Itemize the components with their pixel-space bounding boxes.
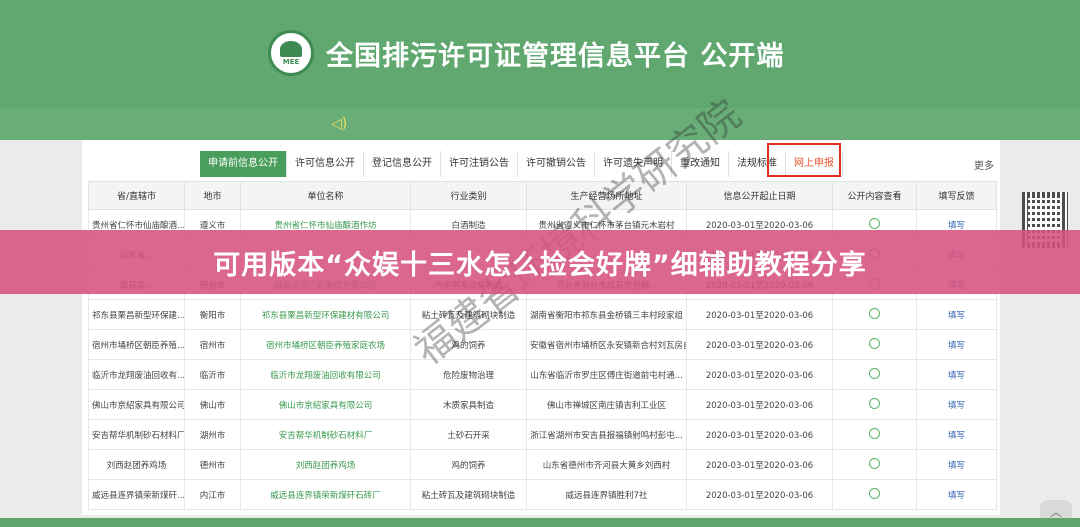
table-cell: 临沂市龙翔废油回收有... bbox=[88, 359, 185, 390]
table-cell: 安徽省宿州市埇桥区永安镇新合村刘瓦房自然村 bbox=[526, 329, 687, 360]
table-cell bbox=[832, 329, 917, 360]
column-header: 地市 bbox=[184, 181, 241, 210]
feedback-link[interactable]: 填写 bbox=[916, 329, 997, 360]
table-header-row: 省/直辖市 地市 单位名称 行业类别 生产经营场所地址 信息公开起止日期 公开内容查看 填写反… bbox=[88, 181, 997, 210]
feedback-link[interactable]: 填写 bbox=[916, 389, 997, 420]
table-cell bbox=[832, 359, 917, 390]
feedback-link[interactable]: 填写 bbox=[916, 449, 997, 480]
table-row: 刘西赵团养鸡场 德州市 刘西赵团养鸡场 鸡的饲养 山东省德州市齐河县大黄乡刘西村 2020… bbox=[88, 449, 997, 480]
speaker-icon[interactable]: ◁) bbox=[331, 116, 347, 132]
table-cell bbox=[832, 479, 917, 510]
tab-2[interactable]: 登记信息公开 bbox=[364, 151, 441, 177]
table-cell: 湖南省衡阳市祁东县金桥镇三丰村段家组 bbox=[526, 299, 687, 330]
eye-icon[interactable] bbox=[869, 367, 880, 379]
column-header: 信息公开起止日期 bbox=[686, 181, 833, 210]
notice-band bbox=[0, 108, 1080, 140]
column-header: 单位名称 bbox=[240, 181, 411, 210]
table-row: 佛山市京紹家具有限公司 佛山市 佛山市京紹家具有限公司 木质家具制造 佛山市禅城区南庄镇… bbox=[88, 389, 997, 420]
table-cell: 衡阳市 bbox=[184, 299, 241, 330]
eye-icon[interactable] bbox=[869, 337, 880, 349]
feedback-link[interactable]: 填写 bbox=[916, 419, 997, 450]
table-row: 临沂市龙翔废油回收有... 临沂市 临沂市龙翔废油回收有限公司 危险废物治理 山东省临沂… bbox=[88, 359, 997, 390]
table-cell: 浙江省湖州市安吉县报福镇射鸣村彭屯... bbox=[526, 419, 687, 450]
table-cell: 临沂市 bbox=[184, 359, 241, 390]
table-cell: 内江市 bbox=[184, 479, 241, 510]
table-cell: 佛山市 bbox=[184, 389, 241, 420]
tab-4[interactable]: 许可撤销公告 bbox=[518, 151, 595, 177]
table-cell[interactable]: 临沂市龙翔废油回收有限公司 bbox=[240, 359, 411, 390]
column-header: 省/直辖市 bbox=[88, 181, 185, 210]
online-declare-highlight bbox=[767, 143, 841, 177]
table-cell: 2020-03-01至2020-03-06 bbox=[686, 299, 833, 330]
table-cell[interactable]: 安吉帮华机制砂石材料厂 bbox=[240, 419, 411, 450]
column-header: 行业类别 bbox=[410, 181, 527, 210]
table-cell: 佛山市禅城区南庄镇吉利工业区 bbox=[526, 389, 687, 420]
eye-icon[interactable] bbox=[869, 397, 880, 409]
table-cell: 土砂石开采 bbox=[410, 419, 527, 450]
table-cell[interactable]: 佛山市京紹家具有限公司 bbox=[240, 389, 411, 420]
tab-0[interactable]: 申请前信息公开 bbox=[200, 151, 287, 177]
table-row: 安吉帮华机制砂石材料厂 湖州市 安吉帮华机制砂石材料厂 土砂石开采 浙江省湖州市安吉县报… bbox=[88, 419, 997, 450]
feedback-link[interactable]: 填写 bbox=[916, 359, 997, 390]
column-header: 填写反馈 bbox=[916, 181, 997, 210]
table-row: 祁东县栗昌新型环保建... 衡阳市 祁东县栗昌新型环保建材有限公司 粘土砖瓦及建筑砌块… bbox=[88, 299, 997, 330]
overlay-banner: 可用版本“众娱十三水怎么捡会好牌”细辅助教程分享 bbox=[0, 230, 1080, 294]
table-cell: 鸡的饲养 bbox=[410, 449, 527, 480]
table-cell: 2020-03-01至2020-03-06 bbox=[686, 449, 833, 480]
table-cell: 2020-03-01至2020-03-06 bbox=[686, 329, 833, 360]
eye-icon[interactable] bbox=[869, 457, 880, 469]
table-cell: 威远县连界镇胜利7社 bbox=[526, 479, 687, 510]
table-cell: 粘土砖瓦及建筑砌块制造 bbox=[410, 479, 527, 510]
eye-icon[interactable] bbox=[869, 427, 880, 439]
table-cell: 佛山市京紹家具有限公司 bbox=[88, 389, 185, 420]
table-cell: 2020-03-01至2020-03-06 bbox=[686, 389, 833, 420]
table-cell bbox=[832, 449, 917, 480]
table-cell bbox=[832, 419, 917, 450]
table-row: 威远县连界镇荣新煤矸... 内江市 威远县连界镇荣新煤矸石砖厂 粘土砖瓦及建筑砌块制造… bbox=[88, 479, 997, 510]
table-cell: 德州市 bbox=[184, 449, 241, 480]
more-link[interactable]: 更多 bbox=[974, 157, 994, 172]
table-cell: 刘西赵团养鸡场 bbox=[88, 449, 185, 480]
eye-icon[interactable] bbox=[869, 487, 880, 499]
table-cell bbox=[832, 389, 917, 420]
column-header: 公开内容查看 bbox=[832, 181, 917, 210]
table-cell[interactable]: 威远县连界镇荣新煤矸石砖厂 bbox=[240, 479, 411, 510]
table-cell: 威远县连界镇荣新煤矸... bbox=[88, 479, 185, 510]
table-cell: 宿州市埇桥区朝臣养殖... bbox=[88, 329, 185, 360]
table-cell: 2020-03-01至2020-03-06 bbox=[686, 359, 833, 390]
table-row: 宿州市埇桥区朝臣养殖... 宿州市 宿州市埇桥区朝臣养殖家庭农场 鸡的饲养 安徽省宿州市… bbox=[88, 329, 997, 360]
site-title: 全国排污许可证管理信息平台 公开端 bbox=[326, 41, 785, 72]
eye-icon[interactable] bbox=[869, 307, 880, 319]
table-cell[interactable]: 刘西赵团养鸡场 bbox=[240, 449, 411, 480]
table-cell bbox=[832, 299, 917, 330]
table-cell: 山东省临沂市罗庄区傅庄街道前屯村通... bbox=[526, 359, 687, 390]
table-cell: 2020-03-01至2020-03-06 bbox=[686, 419, 833, 450]
table-cell: 山东省德州市齐河县大黄乡刘西村 bbox=[526, 449, 687, 480]
table-cell: 祁东县栗昌新型环保建... bbox=[88, 299, 185, 330]
table-cell: 2020-03-01至2020-03-06 bbox=[686, 479, 833, 510]
banner-text: 可用版本“众娱十三水怎么捡会好牌”细辅助教程分享 bbox=[213, 249, 867, 281]
tab-1[interactable]: 许可信息公开 bbox=[287, 151, 364, 177]
table-cell[interactable]: 宿州市埇桥区朝臣养殖家庭农场 bbox=[240, 329, 411, 360]
tab-bar: 申请前信息公开 许可信息公开 登记信息公开 许可注销公告 许可撤销公告 许可遗失声明 重改通… bbox=[200, 151, 843, 177]
table-cell[interactable]: 祁东县栗昌新型环保建材有限公司 bbox=[240, 299, 411, 330]
bottom-bar bbox=[0, 518, 1080, 527]
table-cell: 木质家具制造 bbox=[410, 389, 527, 420]
logo-text: MEE bbox=[282, 57, 300, 66]
feedback-link[interactable]: 填写 bbox=[916, 479, 997, 510]
mee-logo: MEE bbox=[268, 30, 314, 76]
eye-icon[interactable] bbox=[869, 217, 880, 229]
table-cell: 安吉帮华机制砂石材料厂 bbox=[88, 419, 185, 450]
table-cell: 宿州市 bbox=[184, 329, 241, 360]
table-cell: 湖州市 bbox=[184, 419, 241, 450]
tab-3[interactable]: 许可注销公告 bbox=[441, 151, 518, 177]
feedback-link[interactable]: 填写 bbox=[916, 299, 997, 330]
leaf-icon bbox=[280, 40, 302, 57]
